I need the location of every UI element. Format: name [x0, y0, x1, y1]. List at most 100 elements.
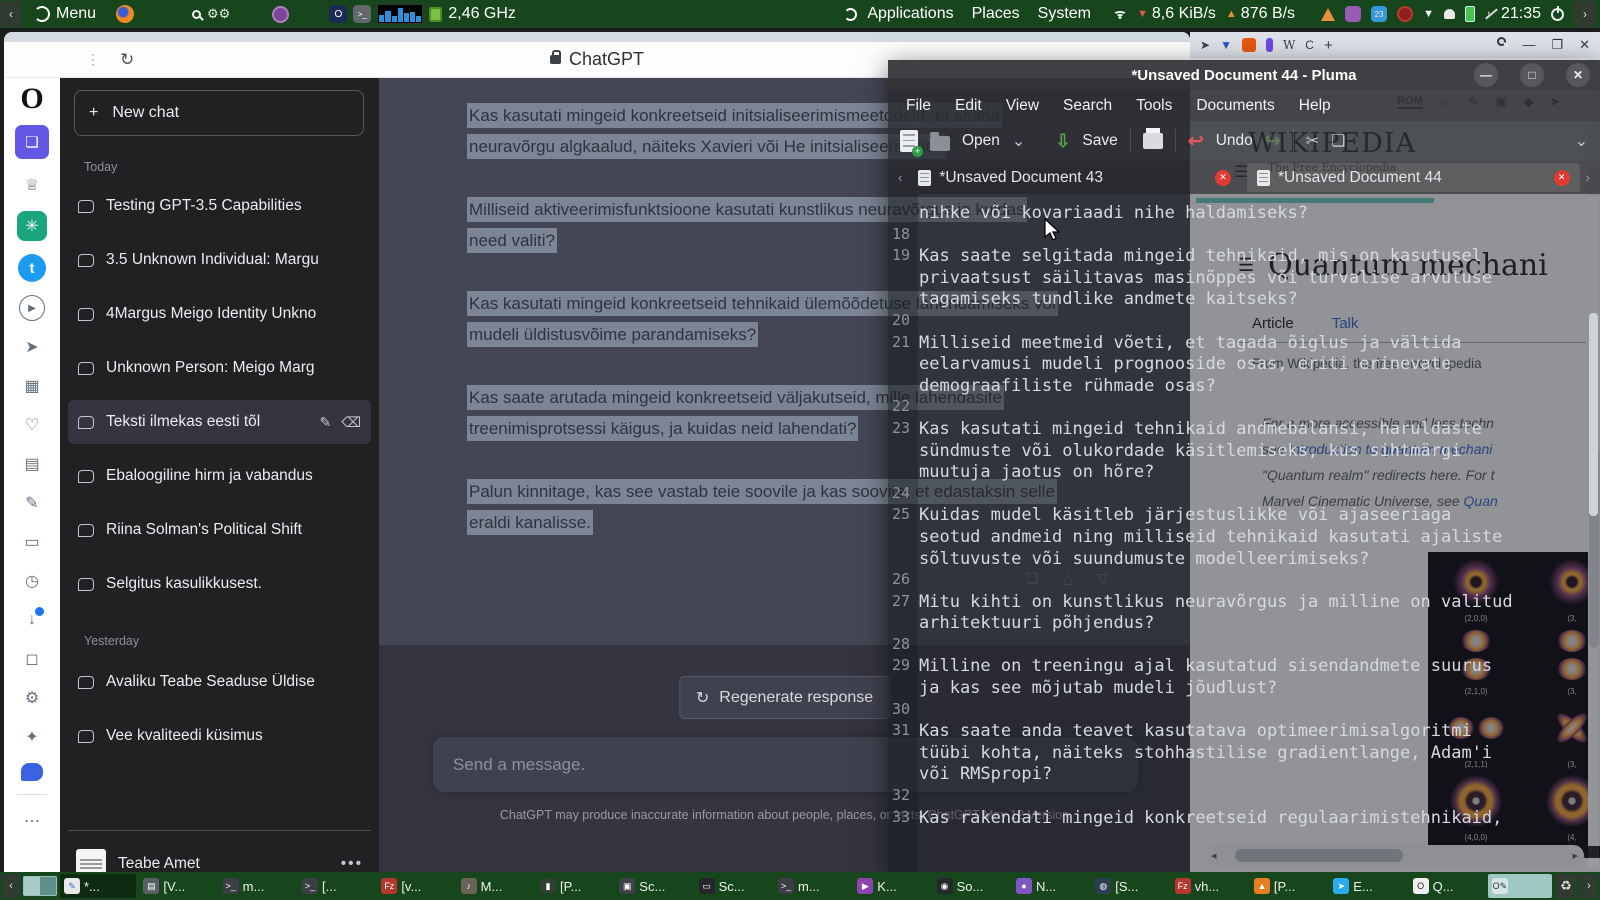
chat-history-item[interactable]: Vee kvaliteedi küsimus — [68, 714, 371, 758]
chat-item-actions[interactable]: ✎ ⌫ — [319, 414, 361, 431]
open-button[interactable]: Open — [962, 132, 1000, 150]
system-menu[interactable]: System — [1038, 5, 1091, 23]
scrollbar-thumb[interactable] — [1589, 313, 1598, 516]
taskbar-task-button[interactable]: ◍ [S... — [1091, 874, 1167, 898]
chat-history-item[interactable]: Unknown Person: Meigo Marg ✎⌫ — [68, 346, 371, 390]
taskbar-task-button[interactable]: ♪ M... — [457, 874, 533, 898]
opera-launcher-icon[interactable]: O — [329, 5, 348, 23]
taskbar-scroll-right-button[interactable]: › — [1580, 874, 1598, 898]
vlc-tray-icon[interactable] — [1321, 7, 1336, 21]
window-close-icon[interactable]: ✕ — [1579, 37, 1590, 53]
chat-history-item[interactable]: Selgitus kasulikkusest. ✎⌫ — [68, 562, 371, 606]
new-tab-button[interactable]: + — [1324, 37, 1333, 54]
taskbar-task-button[interactable]: ◉ So... — [933, 874, 1009, 898]
taskbar-task-button[interactable]: >_ [... — [298, 874, 374, 898]
pluma-editor[interactable]: nihke või kovariaadi nihe haldamiseks? 1… — [888, 194, 1600, 872]
browser-search-icon[interactable] — [1497, 37, 1507, 46]
tab-favicon-c[interactable]: C — [1305, 38, 1314, 52]
muted-speaker-icon[interactable]: ♪ — [1485, 7, 1491, 21]
heart-icon[interactable]: ♡ — [19, 412, 45, 438]
chat-history-item[interactable]: Riina Solman's Political Shift ✎⌫ — [68, 508, 371, 552]
copy-pages-icon[interactable]: ❏ — [1331, 131, 1345, 151]
news-feed-icon[interactable]: ▤ — [19, 451, 45, 477]
notifications-bell-icon[interactable] — [1443, 9, 1455, 19]
pluma-menu-item[interactable]: View — [1006, 97, 1039, 115]
tab-favicon-purple[interactable] — [1265, 38, 1273, 52]
chat-history-item[interactable]: 4Margus Meigo Identity Unkno ✎⌫ — [68, 292, 371, 336]
tab-close-icon[interactable]: ✕ — [1553, 169, 1570, 186]
bookmarks-book-icon[interactable]: ❏ — [15, 125, 49, 159]
taskbar-task-button[interactable]: ▣ Sc... — [615, 874, 691, 898]
play-circle-icon[interactable]: ▶ — [19, 295, 45, 321]
document-tab[interactable]: *Unsaved Document 43 ✕ — [908, 163, 1241, 192]
pluma-menu-item[interactable]: Documents — [1196, 97, 1274, 115]
print-icon[interactable] — [1142, 128, 1163, 149]
taskbar-task-button[interactable]: ▤ [V... — [139, 874, 215, 898]
workspace-switcher[interactable] — [23, 876, 57, 896]
taskbar-task-button[interactable]: ▲ [P... — [1250, 874, 1326, 898]
open-dropdown-chevron[interactable]: ⌄ — [1012, 131, 1025, 151]
taskbar-task-button[interactable]: ▶ K... — [853, 874, 929, 898]
system-monitor-graph[interactable] — [377, 4, 424, 24]
settings-gear-icon[interactable]: ⚙ — [19, 685, 45, 711]
bulb-icon[interactable]: ✦ — [19, 724, 45, 750]
taskbar-task-button[interactable]: ● N... — [1012, 874, 1088, 898]
cpu-frequency[interactable]: 2,46 GHz — [448, 5, 516, 23]
pluma-menu-item[interactable]: Edit — [955, 97, 982, 115]
send-plane-icon[interactable]: ➤ — [19, 334, 45, 360]
taskbar-task-button[interactable]: Fz vh... — [1171, 874, 1247, 898]
window-minimize-icon[interactable]: — — [1522, 37, 1535, 53]
taskbar-task-button[interactable]: ✎ *... — [60, 874, 137, 898]
power-icon[interactable] — [1551, 5, 1564, 21]
redo-icon[interactable]: ↪ — [1265, 130, 1281, 153]
pluma-menu-item[interactable]: Search — [1063, 97, 1112, 115]
chatgpt-sidebar-icon[interactable]: ✳ — [17, 211, 47, 241]
taskbar-task-button[interactable]: O✎ — [1487, 874, 1552, 898]
tab-favicon-orange[interactable] — [1241, 38, 1256, 52]
applications-menu[interactable]: Applications — [867, 5, 953, 23]
taskbar-task-button[interactable]: >_ m... — [774, 874, 850, 898]
new-chat-button[interactable]: + New chat — [74, 90, 364, 136]
chat-history-item[interactable]: Teksti ilmekas eesti tõl ✎ ⌫ — [68, 400, 371, 444]
opera-logo-icon[interactable]: O — [19, 82, 45, 115]
places-menu[interactable]: Places — [972, 5, 1020, 23]
pluma-minimize-button[interactable]: — — [1474, 63, 1498, 87]
taskbar-scroll-left-button[interactable]: ‹ — [2, 874, 20, 898]
tabs-scroll-right-icon[interactable]: › — [1580, 170, 1596, 185]
toolbar-overflow-chevron[interactable]: ⌄ — [1575, 131, 1588, 151]
tab-favicon-blue[interactable]: ▼ — [1220, 38, 1232, 52]
wikipedia-tab-icon[interactable]: W — [1283, 38, 1295, 52]
pluma-titlebar[interactable]: *Unsaved Document 44 - Pluma — □ ✕ — [888, 60, 1600, 90]
pluma-menu-item[interactable]: Help — [1299, 97, 1331, 115]
extensions-box-icon[interactable]: ◻ — [19, 646, 45, 672]
downloads-icon[interactable]: ↓ — [19, 607, 45, 633]
clock[interactable]: 21:35 — [1501, 5, 1541, 23]
rail-more-icon[interactable]: ⋯ — [19, 808, 45, 834]
tor-browser-icon[interactable] — [272, 5, 290, 23]
panel-menu-button[interactable]: Menu — [56, 5, 96, 23]
taskbar-task-button[interactable]: ➤ E... — [1329, 874, 1405, 898]
pluma-maximize-button[interactable]: □ — [1520, 63, 1544, 87]
taskbar-task-button[interactable]: ▭ Sc... — [695, 874, 771, 898]
new-document-icon[interactable] — [900, 130, 923, 157]
save-button[interactable]: Save — [1082, 132, 1117, 150]
trash-applet-button[interactable]: ♻ — [1555, 874, 1577, 898]
history-clock-icon[interactable]: ◷ — [19, 568, 45, 594]
panel-collapse-right-button[interactable]: › — [1574, 1, 1596, 27]
taskbar-task-button[interactable]: O Q... — [1409, 874, 1485, 898]
pinboard-icon[interactable]: ✎ — [19, 490, 45, 516]
panel-collapse-left-button[interactable]: ‹ — [0, 1, 22, 27]
tab-close-icon[interactable]: ✕ — [1215, 169, 1231, 186]
document-tab[interactable]: *Unsaved Document 44 ✕ — [1247, 163, 1580, 192]
wifi-signal-icon[interactable] — [1112, 9, 1127, 19]
tray-record-icon[interactable] — [1397, 6, 1414, 22]
cut-scissors-icon[interactable]: ✂ — [1306, 131, 1319, 151]
terminal-launcher-icon[interactable]: >_ — [353, 5, 372, 23]
crown-icon[interactable]: ♕ — [19, 172, 45, 198]
battery-icon[interactable] — [1464, 6, 1475, 22]
devices-icon[interactable]: ▭ — [19, 529, 45, 555]
search-icon[interactable] — [192, 9, 202, 19]
taskbar-task-button[interactable]: ▮ [P... — [536, 874, 612, 898]
pluma-vertical-scrollbar[interactable] — [1588, 196, 1599, 868]
pinned-tab-icon[interactable]: ➤ — [1200, 38, 1210, 52]
